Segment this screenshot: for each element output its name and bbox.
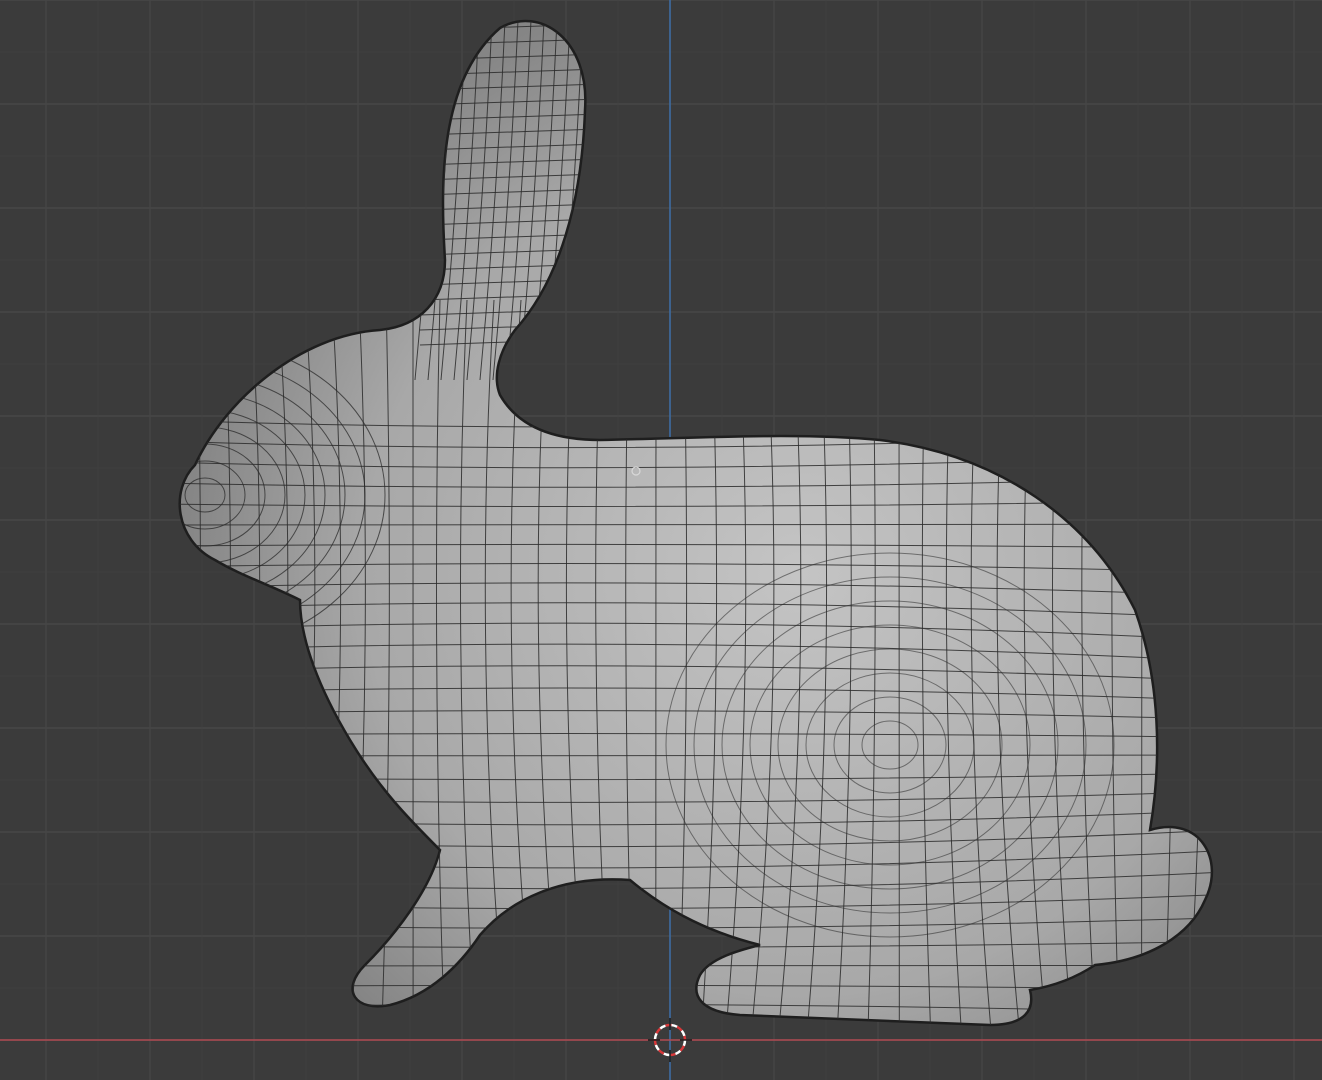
origin-dot-icon	[631, 466, 641, 476]
3d-cursor-icon[interactable]	[648, 1018, 692, 1062]
viewport-overlay	[631, 466, 692, 1062]
3d-viewport[interactable]	[0, 0, 1322, 1080]
